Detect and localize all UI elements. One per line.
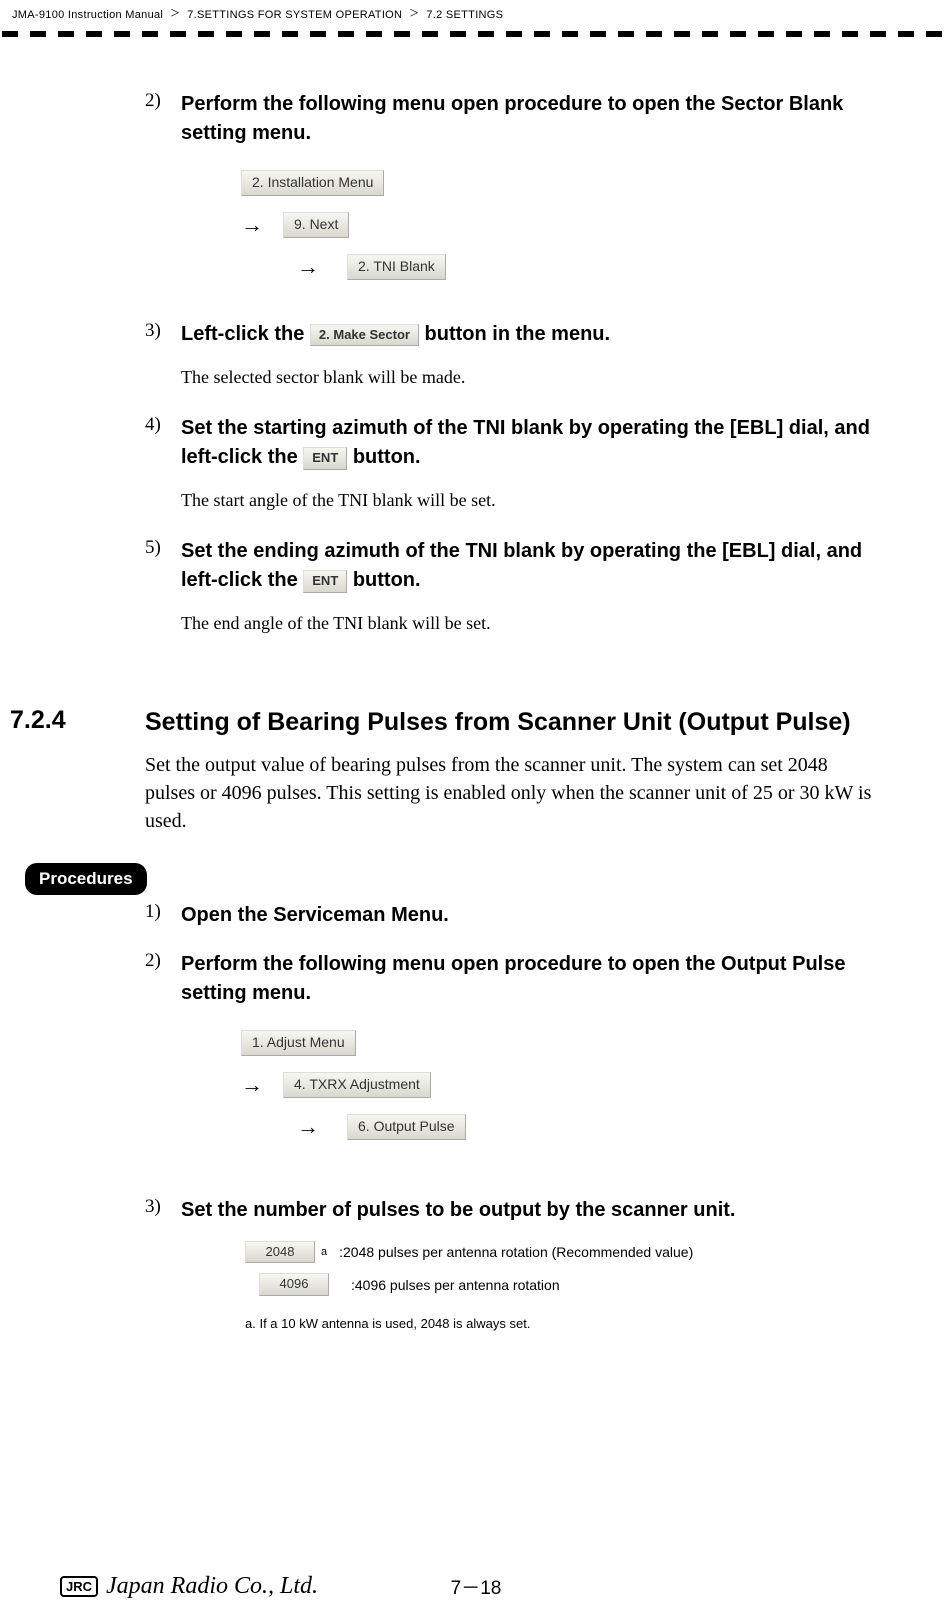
page-number: 7－18 xyxy=(451,1573,502,1600)
breadcrumb-sep: > xyxy=(167,5,184,22)
company-name: Japan Radio Co., Ltd. xyxy=(106,1573,318,1600)
menu-txrx-button[interactable]: 4. TXRX Adjustment xyxy=(283,1072,431,1098)
section-title: Setting of Bearing Pulses from Scanner U… xyxy=(145,708,851,736)
breadcrumb-part-3: 7.2 SETTINGS xyxy=(426,9,503,21)
section-number: 7.2.4 xyxy=(10,706,66,734)
step-number: 2) xyxy=(145,90,181,296)
ent-button[interactable]: ENT xyxy=(303,447,347,470)
step-number: 3) xyxy=(145,1196,181,1331)
arrow-icon: → xyxy=(297,254,319,280)
step-number: 3) xyxy=(145,320,181,390)
step-title: Set the starting azimuth of the TNI blan… xyxy=(181,414,882,472)
option-2048-button[interactable]: 2048 xyxy=(245,1241,315,1264)
step-title-text: Set the ending azimuth of the TNI blank … xyxy=(181,540,862,591)
section-paragraph: Set the output value of bearing pulses f… xyxy=(145,751,882,835)
option-4096-button[interactable]: 4096 xyxy=(259,1273,329,1296)
arrow-icon: → xyxy=(297,1114,319,1140)
breadcrumb: JMA-9100 Instruction Manual > 7.SETTINGS… xyxy=(0,0,952,23)
jrc-badge: JRC xyxy=(60,1576,98,1597)
menu-next-button[interactable]: 9. Next xyxy=(283,212,349,238)
footnote-text: a. If a 10 kW antenna is used, 2048 is a… xyxy=(245,1316,882,1331)
option-desc: :4096 pulses per antenna rotation xyxy=(351,1277,560,1293)
breadcrumb-part-2: 7.SETTINGS FOR SYSTEM OPERATION xyxy=(187,9,402,21)
step-body: The selected sector blank will be made. xyxy=(181,365,882,390)
option-desc: :2048 pulses per antenna rotation (Recom… xyxy=(339,1244,693,1260)
menu-adjust-button[interactable]: 1. Adjust Menu xyxy=(241,1030,356,1056)
step-number: 1) xyxy=(145,901,181,930)
step-title: Set the ending azimuth of the TNI blank … xyxy=(181,537,882,595)
step-title: Left-click the 2. Make Sector button in … xyxy=(181,320,882,349)
breadcrumb-part-1: JMA-9100 Instruction Manual xyxy=(12,9,163,21)
step-title-text: button. xyxy=(353,446,421,468)
menu-tni-blank-button[interactable]: 2. TNI Blank xyxy=(347,254,446,280)
step-title: Perform the following menu open procedur… xyxy=(181,950,882,1008)
step-title-text: button in the menu. xyxy=(425,323,611,345)
arrow-icon: → xyxy=(241,212,263,238)
breadcrumb-sep: > xyxy=(406,5,423,22)
make-sector-button[interactable]: 2. Make Sector xyxy=(310,324,419,347)
step-title: Set the number of pulses to be output by… xyxy=(181,1196,882,1225)
step-number: 4) xyxy=(145,414,181,513)
step-body: The end angle of the TNI blank will be s… xyxy=(181,611,882,636)
step-title-text: Set the starting azimuth of the TNI blan… xyxy=(181,417,870,468)
menu-output-pulse-button[interactable]: 6. Output Pulse xyxy=(347,1114,466,1140)
footnote-marker: a xyxy=(321,1246,327,1258)
step-number: 5) xyxy=(145,537,181,636)
step-body: The start angle of the TNI blank will be… xyxy=(181,488,882,513)
dash-separator xyxy=(0,31,952,45)
step-title-text: button. xyxy=(353,569,421,591)
step-title: Perform the following menu open procedur… xyxy=(181,90,882,148)
step-number: 2) xyxy=(145,950,181,1156)
page-footer: JRC Japan Radio Co., Ltd. 7－18 xyxy=(0,1573,952,1600)
step-title-text: Left-click the xyxy=(181,323,310,345)
step-title: Open the Serviceman Menu. xyxy=(181,901,882,930)
ent-button[interactable]: ENT xyxy=(303,570,347,593)
arrow-icon: → xyxy=(241,1072,263,1098)
procedures-badge: Procedures xyxy=(25,863,147,895)
company-logo: JRC Japan Radio Co., Ltd. xyxy=(60,1573,318,1600)
menu-installation-button[interactable]: 2. Installation Menu xyxy=(241,170,384,196)
